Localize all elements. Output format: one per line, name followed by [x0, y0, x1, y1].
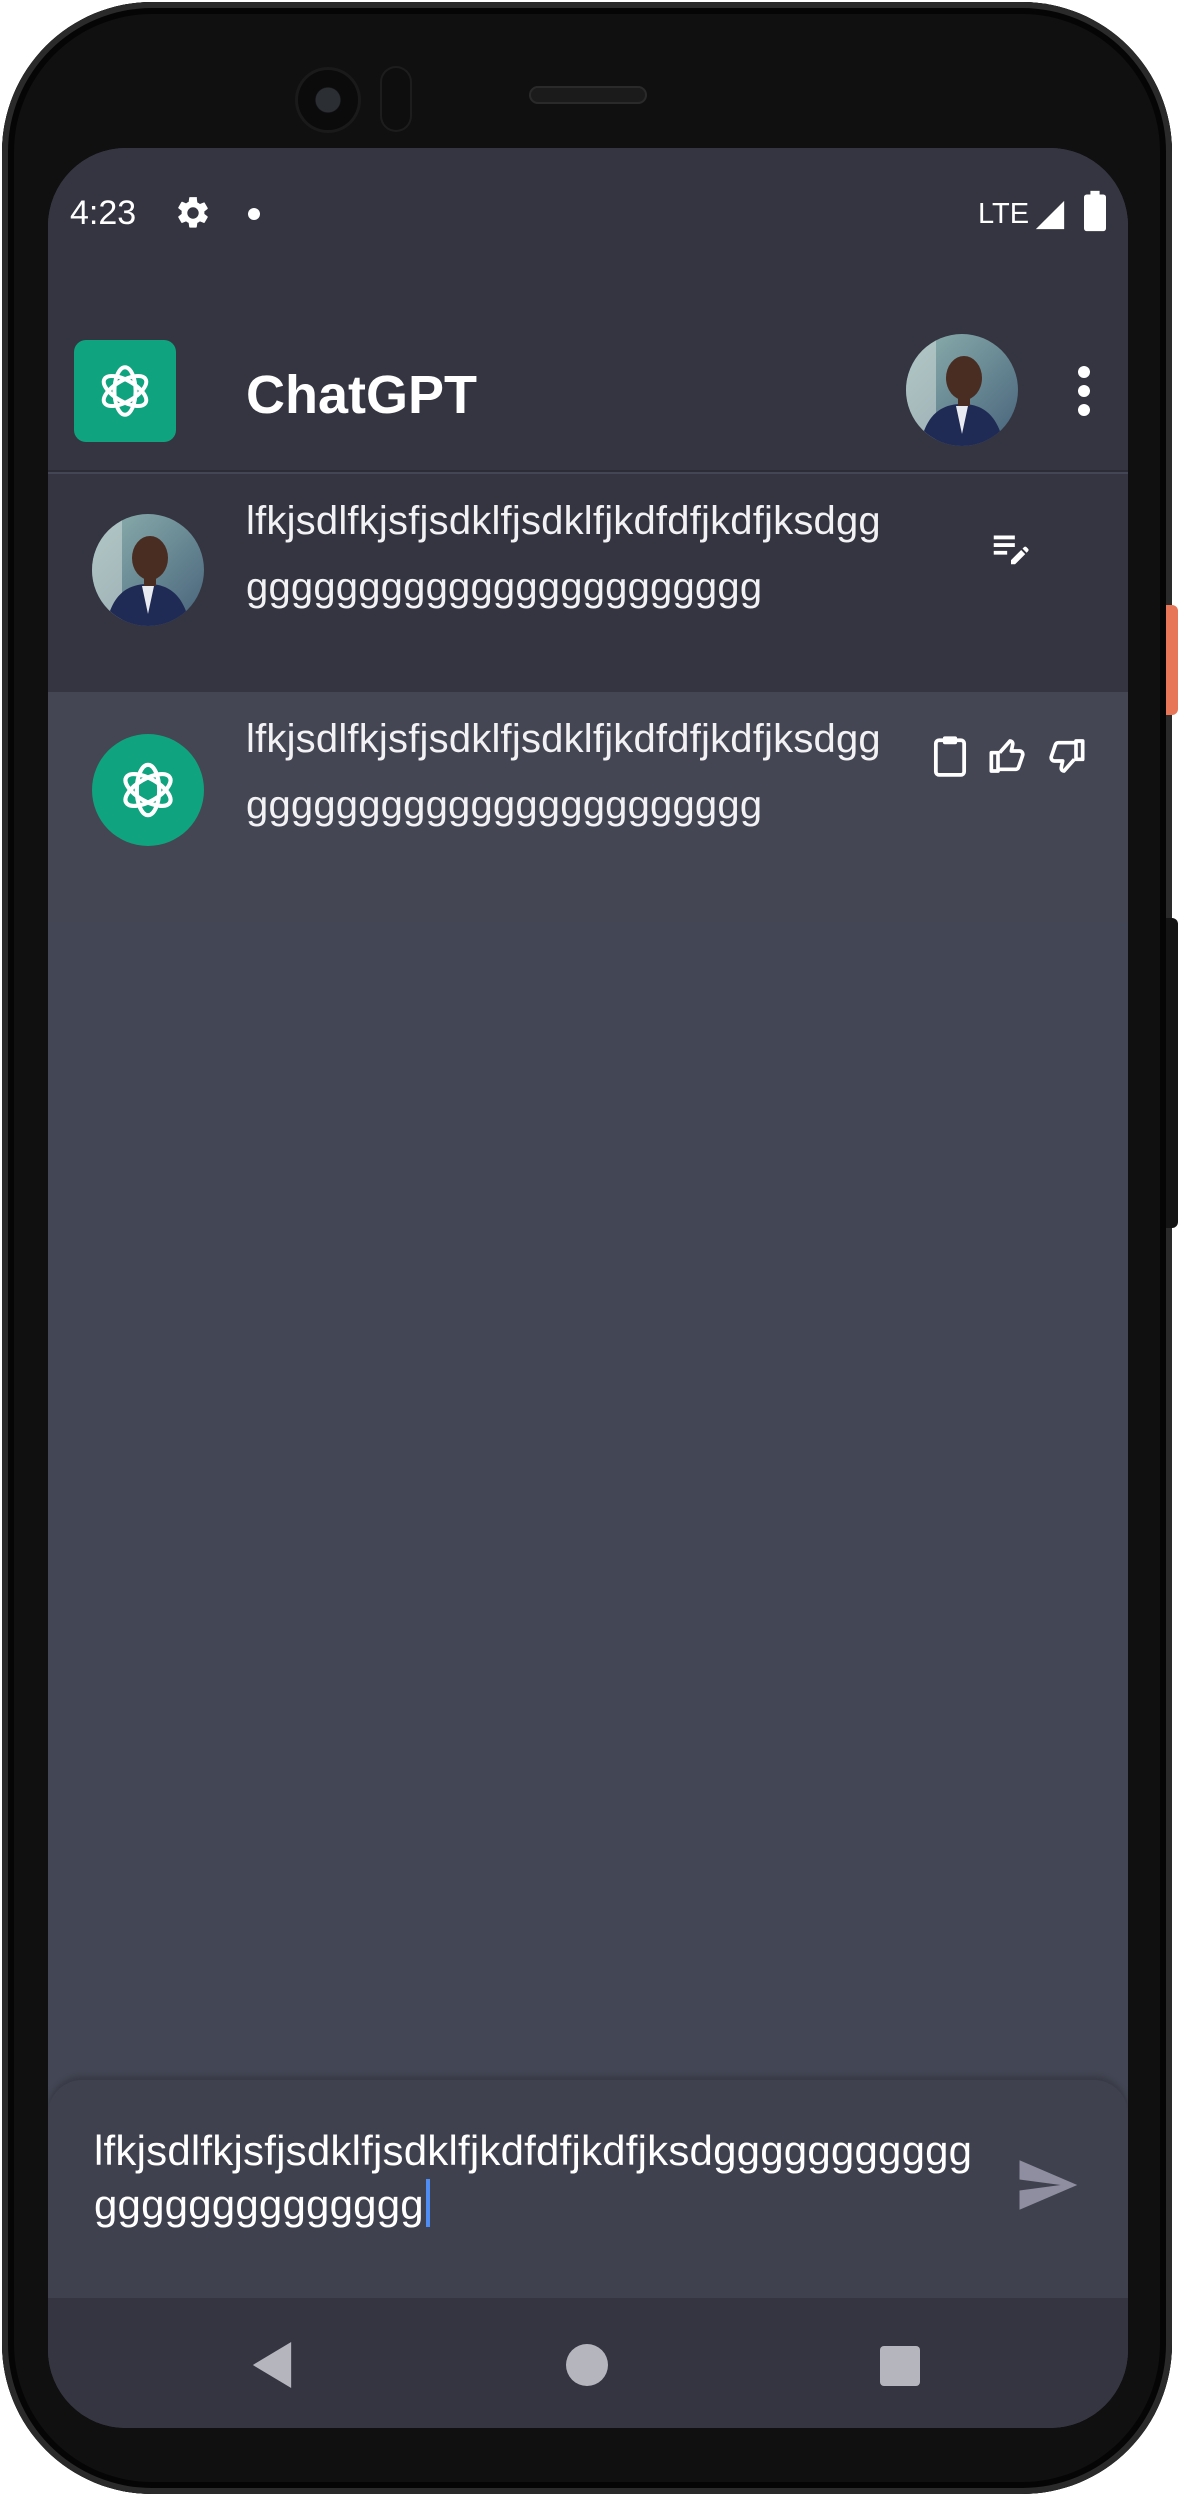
screen: 4:23 LTE ChatGPT lfkjsdlfkjsfjsdklfjsdkl…	[48, 148, 1128, 2428]
avatar-image	[906, 334, 1018, 446]
user-avatar	[92, 514, 204, 626]
more-vert-icon[interactable]	[1064, 364, 1104, 418]
openai-knot-icon	[101, 365, 149, 417]
status-time: 4:23	[70, 194, 137, 232]
proximity-sensor	[382, 68, 410, 130]
assistant-message-text: lfkjsdlfkjsfjsdklfjsdklfjkdfdfjkdfjksdgg…	[246, 717, 881, 827]
battery-icon	[1084, 190, 1106, 232]
assistant-message: lfkjsdlfkjsfjsdklfjsdklfjkdfdfjkdfjksdgg…	[48, 692, 1128, 922]
app-bar: ChatGPT	[48, 284, 1128, 472]
profile-avatar[interactable]	[906, 334, 1018, 446]
text-caret	[425, 2179, 430, 2227]
recents-icon[interactable]	[880, 2346, 920, 2386]
gear-icon	[178, 197, 208, 228]
user-message: lfkjsdlfkjsfjsdklfjsdklfjkdfdfjkdfjksdgg…	[48, 474, 1128, 692]
system-nav-bar	[48, 2298, 1128, 2428]
front-camera	[298, 70, 358, 130]
user-message-text: lfkjsdlfkjsfjsdklfjsdklfjkdfdfjkdfjksdgg…	[246, 499, 881, 609]
app-title: ChatGPT	[246, 365, 478, 425]
signal-icon	[1035, 200, 1065, 230]
network-type: LTE	[978, 198, 1030, 230]
clipboard-icon	[933, 736, 967, 777]
message-composer: lfkjsdlfkjsfjsdklfjsdklfjkdfdfjkdfjksdgg…	[48, 2080, 1128, 2298]
copy-button[interactable]	[928, 732, 972, 780]
assistant-avatar	[92, 734, 204, 846]
back-icon[interactable]	[252, 2342, 292, 2388]
openai-knot-icon	[123, 762, 173, 818]
thumbs-up-button[interactable]	[986, 732, 1030, 780]
home-icon[interactable]	[566, 2344, 608, 2386]
edit-note-icon[interactable]	[988, 524, 1034, 570]
thumbs-up-icon	[989, 739, 1025, 773]
message-input[interactable]: lfkjsdlfkjsfjsdklfjsdklfjkdfdfjkdfjksdgg…	[94, 2124, 994, 2232]
notification-dot	[248, 208, 260, 220]
earpiece-speaker	[529, 86, 647, 104]
message-input-value: lfkjsdlfkjsfjsdklfjsdklfjkdfdfjkdfjksdgg…	[94, 2127, 973, 2228]
send-icon[interactable]	[1014, 2152, 1080, 2218]
thumbs-down-icon	[1049, 739, 1085, 773]
openai-logo-icon	[74, 340, 176, 442]
thumbs-down-button[interactable]	[1044, 732, 1088, 780]
message-actions	[928, 732, 1088, 782]
status-bar: 4:23 LTE	[48, 148, 1128, 284]
power-button	[1166, 605, 1178, 715]
phone-frame: 4:23 LTE ChatGPT lfkjsdlfkjsfjsdklfjsdkl…	[2, 2, 1172, 2494]
avatar-image	[92, 514, 204, 626]
volume-button	[1166, 918, 1178, 1228]
